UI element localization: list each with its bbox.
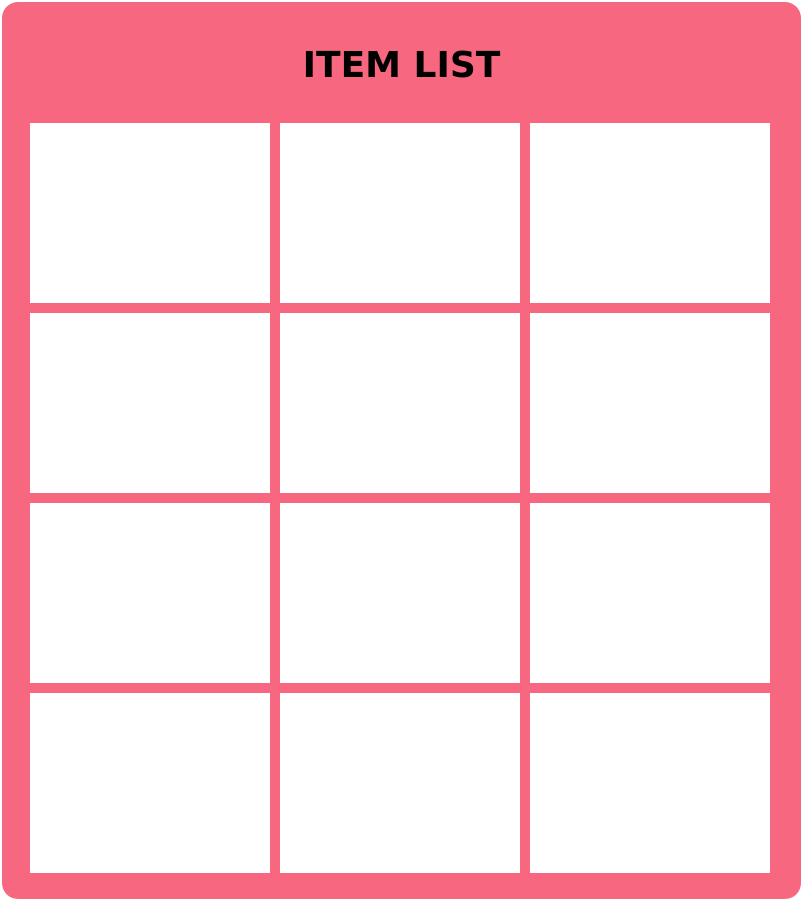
item-slot-6[interactable] [530,313,770,493]
item-slot-3[interactable] [530,123,770,303]
item-slot-12[interactable] [530,693,770,873]
item-slot-11[interactable] [280,693,520,873]
item-slot-8[interactable] [280,503,520,683]
panel-title: ITEM LIST [302,45,501,86]
item-slot-5[interactable] [280,313,520,493]
item-grid [30,123,770,873]
item-slot-7[interactable] [30,503,270,683]
item-slot-9[interactable] [530,503,770,683]
item-slot-4[interactable] [30,313,270,493]
item-slot-1[interactable] [30,123,270,303]
item-slot-10[interactable] [30,693,270,873]
item-slot-2[interactable] [280,123,520,303]
item-list-panel: ITEM LIST [2,2,801,899]
